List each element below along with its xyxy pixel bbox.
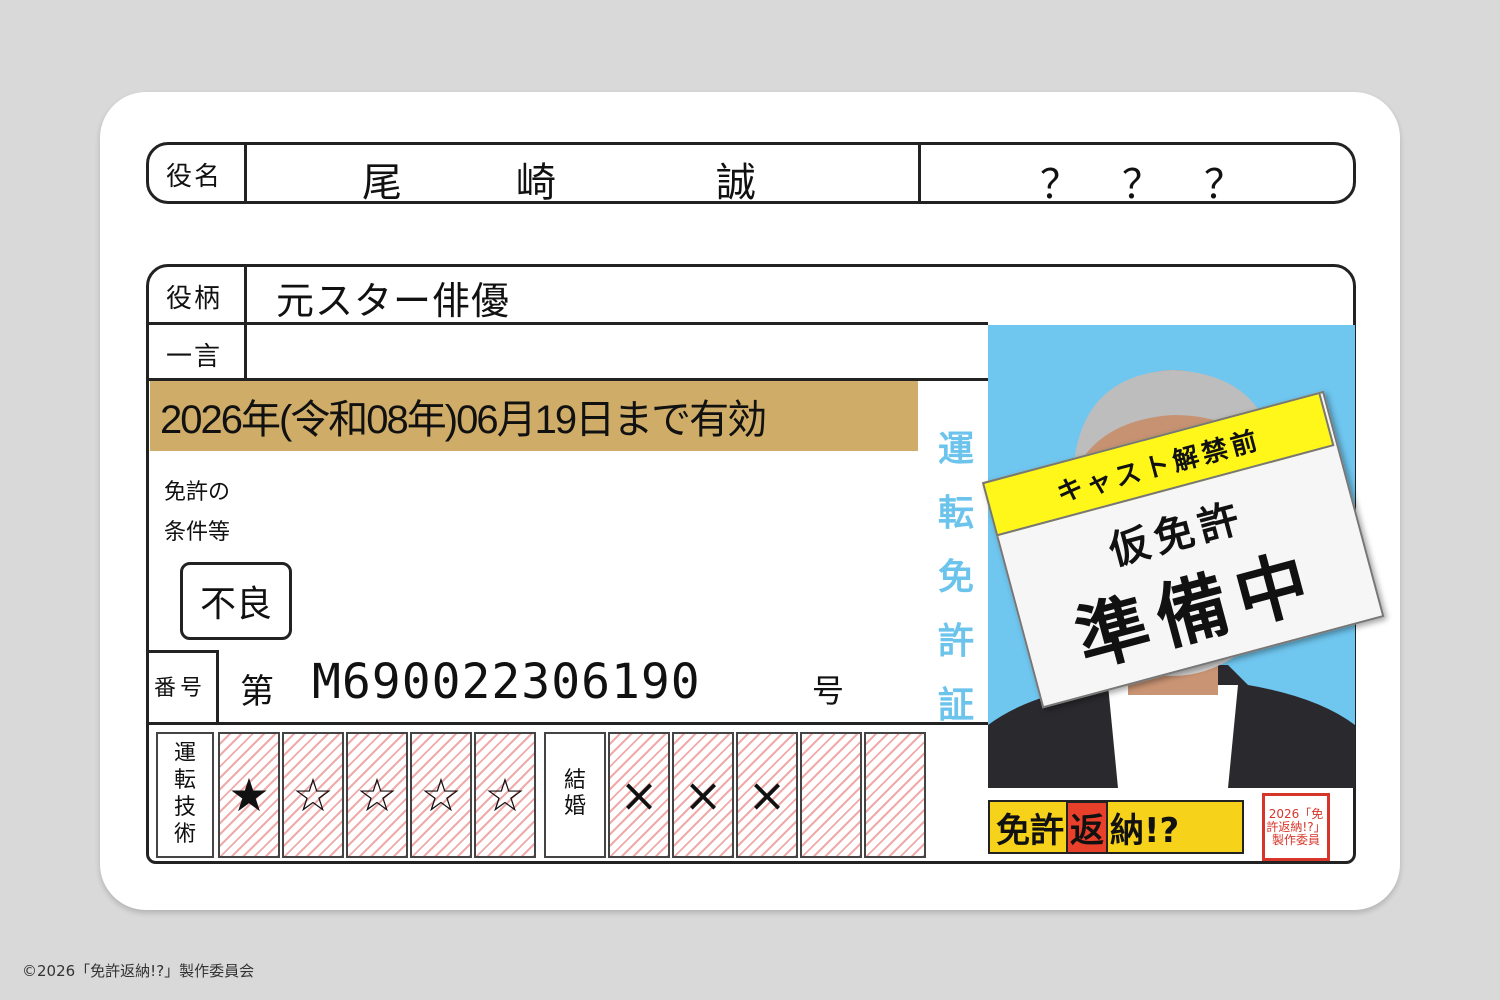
marriage-mark: ×	[608, 732, 670, 858]
logo-text-highlight: 返	[1066, 800, 1108, 854]
unknown-mark: ？	[1204, 162, 1244, 208]
skill-label: 運転技術	[173, 741, 196, 847]
marriage-mark	[800, 732, 862, 858]
marriage-label: 結婚	[563, 768, 586, 819]
name-char: 崎	[516, 160, 556, 206]
name-char: 尾	[362, 160, 402, 206]
logo-text-pre: 免許	[996, 810, 1064, 851]
license-number: M690022306190	[312, 654, 701, 710]
license-title-char: 転	[937, 493, 974, 534]
number-prefix: 第	[240, 672, 274, 712]
divider	[146, 650, 218, 653]
license-title-char: 証	[937, 685, 974, 726]
number-suffix: 号	[812, 672, 845, 710]
marriage-mark	[864, 732, 926, 858]
divider	[146, 322, 988, 325]
validity-band: 2026年(令和08年)06月19日まで有効	[150, 381, 918, 451]
skill-star: ☆	[282, 732, 344, 858]
marriage-mark: ×	[736, 732, 798, 858]
role-name-label: 役名	[166, 162, 223, 192]
divider	[216, 650, 219, 724]
marriage-mark: ×	[672, 732, 734, 858]
comment-label: 一言	[166, 342, 223, 372]
skill-star: ★	[218, 732, 280, 858]
role-type-value: 元スター俳優	[276, 279, 511, 323]
divider	[244, 142, 247, 204]
unknown-mark: ？	[1122, 162, 1162, 208]
divider	[918, 142, 921, 204]
skill-star: ☆	[474, 732, 536, 858]
license-title-char: 免	[937, 557, 974, 598]
logo-text-post: 納!?	[1110, 810, 1180, 851]
role-type-label: 役柄	[166, 284, 223, 314]
condition-stamp: 不良	[180, 562, 292, 640]
committee-seal: 2026「免許返納!?」製作委員	[1262, 793, 1330, 861]
unknown-mark: ？	[1040, 162, 1080, 208]
skill-star: ☆	[346, 732, 408, 858]
conditions-label-line2: 条件等	[164, 520, 231, 545]
name-char: 誠	[716, 160, 756, 206]
title-logo: 免許返納!?	[988, 800, 1244, 854]
license-title-char: 許	[937, 621, 974, 662]
conditions-label-line1: 免許の	[164, 480, 231, 505]
divider	[146, 722, 988, 725]
copyright: ©2026「免許返納!?」製作委員会	[22, 962, 255, 980]
skill-star: ☆	[410, 732, 472, 858]
number-label: 番号	[154, 676, 207, 701]
